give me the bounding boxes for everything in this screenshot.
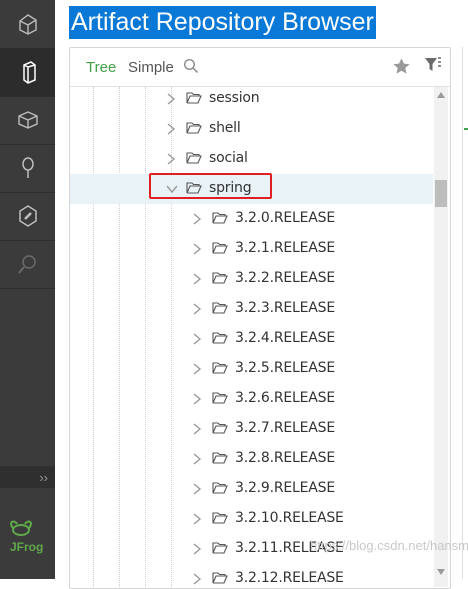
tree-node-version[interactable]: 3.2.2.RELEASE [70, 264, 433, 294]
folder-icon [212, 212, 228, 224]
tree-node-session[interactable]: session [70, 87, 433, 114]
tree-node-label: 3.2.2.RELEASE [235, 270, 336, 286]
search-icon [21, 157, 34, 178]
folder-icon [186, 92, 202, 104]
tree-node-label: 3.2.3.RELEASE [235, 300, 336, 316]
tree-node-label: 3.2.4.RELEASE [235, 330, 336, 346]
folder-icon [212, 452, 228, 464]
tree-node-label: 3.2.8.RELEASE [235, 450, 336, 466]
folder-icon [186, 152, 202, 164]
repository-browser-panel: Tree Simple session shell social spring … [69, 47, 451, 589]
chevron-right-icon[interactable] [192, 333, 202, 345]
tree-node-label: 3.2.10.RELEASE [235, 510, 344, 526]
tree-node-version[interactable]: 3.2.0.RELEASE [70, 204, 433, 234]
admin-icon [18, 205, 37, 227]
chevron-right-icon[interactable] [192, 543, 202, 555]
tree-node-version[interactable]: 3.2.12.RELEASE [70, 564, 433, 587]
artifacts-icon [22, 61, 36, 84]
expand-sidebar-button[interactable]: ›› [0, 466, 55, 488]
tree-node-version[interactable]: 3.2.3.RELEASE [70, 294, 433, 324]
scrollbar-thumb[interactable] [435, 180, 447, 207]
chevron-right-icon[interactable] [192, 363, 202, 375]
folder-icon [212, 272, 228, 284]
chevron-right-icon[interactable] [192, 573, 202, 585]
tab-tree[interactable]: Tree [86, 59, 116, 76]
tree-node-label: 3.2.1.RELEASE [235, 240, 336, 256]
tree-node-label: session [209, 90, 260, 106]
folder-icon [212, 512, 228, 524]
tree-node-version[interactable]: 3.2.4.RELEASE [70, 324, 433, 354]
chevron-right-icon[interactable] [166, 153, 176, 165]
chevron-right-icon[interactable] [192, 213, 202, 225]
repository-tree: session shell social spring 3.2.0.RELEAS… [70, 87, 433, 587]
sidebar-search-button[interactable] [0, 144, 55, 193]
xray-icon [17, 255, 36, 274]
scroll-up-arrow-icon[interactable] [437, 92, 445, 98]
tree-node-label: 3.2.6.RELEASE [235, 390, 336, 406]
folder-icon [212, 362, 228, 374]
tree-node-label: 3.2.0.RELEASE [235, 210, 336, 226]
sidebar-artifacts-button[interactable] [0, 48, 55, 97]
tree-scrollbar[interactable] [434, 87, 448, 587]
jfrog-logo-text: JFrog [10, 540, 44, 554]
tree-node-label: 3.2.12.RELEASE [235, 570, 344, 586]
tree-node-version[interactable]: 3.2.5.RELEASE [70, 354, 433, 384]
sidebar-xray-button[interactable] [0, 240, 55, 289]
tree-node-shell[interactable]: shell [70, 114, 433, 144]
tree-node-label: 3.2.5.RELEASE [235, 360, 336, 376]
builds-icon [17, 111, 38, 129]
folder-icon [212, 332, 228, 344]
tab-simple[interactable]: Simple [128, 59, 174, 76]
favorites-star-icon[interactable] [392, 57, 411, 76]
folder-icon [186, 122, 202, 134]
chevron-right-icon[interactable] [192, 423, 202, 435]
chevron-right-icon[interactable] [192, 243, 202, 255]
watermark-text: https://blog.csdn.net/hansmu [310, 538, 468, 553]
tree-node-version[interactable]: 3.2.6.RELEASE [70, 384, 433, 414]
tree-node-social[interactable]: social [70, 144, 433, 174]
expand-label: ›› [39, 469, 48, 485]
highlight-annotation-box [149, 173, 272, 199]
sidebar-builds-button[interactable] [0, 96, 55, 145]
side-panel-accent [464, 128, 468, 130]
folder-icon [212, 302, 228, 314]
tree-node-label: social [209, 150, 248, 166]
tree-node-label: 3.2.7.RELEASE [235, 420, 336, 436]
browser-toolbar: Tree Simple [70, 48, 450, 87]
folder-icon [212, 572, 228, 584]
home-icon [18, 14, 37, 35]
chevron-right-icon[interactable] [166, 123, 176, 135]
tree-node-version[interactable]: 3.2.8.RELEASE [70, 444, 433, 474]
chevron-right-icon[interactable] [192, 483, 202, 495]
tree-node-label: shell [209, 120, 241, 136]
tree-node-version[interactable]: 3.2.10.RELEASE [70, 504, 433, 534]
sidebar-home-button[interactable] [0, 0, 55, 49]
folder-icon [212, 242, 228, 254]
folder-icon [212, 482, 228, 494]
chevron-right-icon[interactable] [192, 303, 202, 315]
nav-sidebar: ›› JFrog [0, 0, 55, 579]
filter-icon[interactable] [424, 56, 442, 74]
folder-icon [212, 392, 228, 404]
tree-node-version[interactable]: 3.2.7.RELEASE [70, 414, 433, 444]
tree-node-version[interactable]: 3.2.9.RELEASE [70, 474, 433, 504]
folder-icon [212, 422, 228, 434]
sidebar-admin-button[interactable] [0, 192, 55, 241]
folder-icon [212, 542, 228, 554]
chevron-right-icon[interactable] [192, 453, 202, 465]
chevron-right-icon[interactable] [192, 393, 202, 405]
tree-search-icon[interactable] [183, 58, 199, 74]
scroll-down-arrow-icon[interactable] [437, 569, 445, 575]
chevron-right-icon[interactable] [192, 273, 202, 285]
chevron-right-icon[interactable] [166, 93, 176, 105]
page-title: Artifact Repository Browser [69, 6, 376, 39]
tree-node-label: 3.2.9.RELEASE [235, 480, 336, 496]
chevron-right-icon[interactable] [192, 513, 202, 525]
tree-node-version[interactable]: 3.2.1.RELEASE [70, 234, 433, 264]
panel-divider [462, 47, 463, 579]
